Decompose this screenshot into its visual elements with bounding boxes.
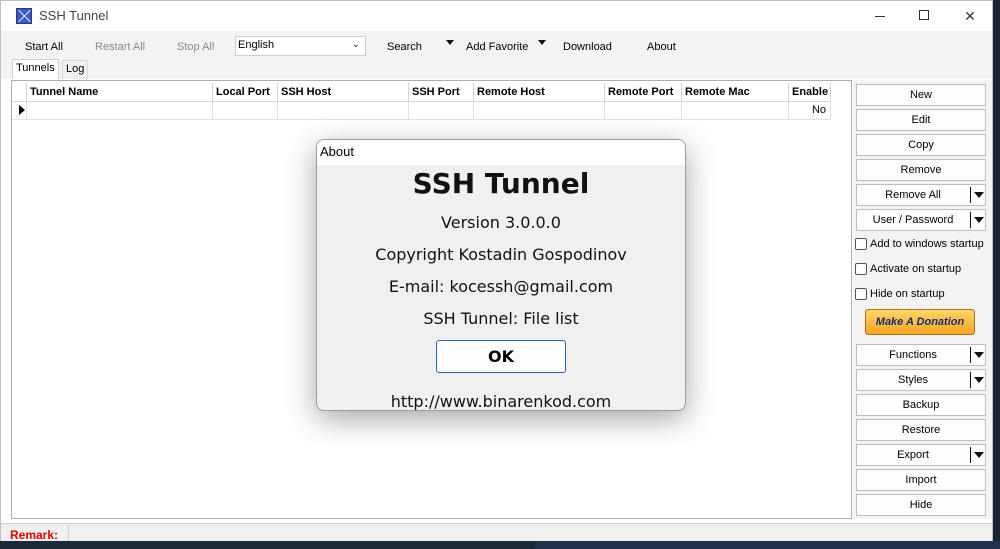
functions-button[interactable]: Functions xyxy=(856,344,986,366)
copy-button[interactable]: Copy xyxy=(856,134,986,156)
dialog-app-name: SSH Tunnel xyxy=(412,167,590,200)
restore-button[interactable]: Restore xyxy=(856,419,986,441)
window-title: SSH Tunnel xyxy=(39,8,109,23)
dropdown-arrow-icon[interactable] xyxy=(974,377,984,383)
functions-label: Functions xyxy=(889,349,937,361)
checkbox-label: Add to windows startup xyxy=(870,238,984,250)
edit-button[interactable]: Edit xyxy=(856,109,986,131)
stop-all-button[interactable]: Stop All xyxy=(177,41,214,53)
close-icon: ✕ xyxy=(964,8,976,24)
hide-button[interactable]: Hide xyxy=(856,494,986,516)
language-select[interactable]: English ⌄ xyxy=(235,36,366,56)
search-button[interactable]: Search xyxy=(387,41,422,53)
import-button[interactable]: Import xyxy=(856,469,986,491)
table-cell[interactable] xyxy=(27,102,213,120)
donate-button[interactable]: Make A Donation xyxy=(865,309,975,335)
search-dropdown-icon[interactable] xyxy=(446,40,454,45)
maximize-icon xyxy=(919,10,929,20)
split-divider xyxy=(970,447,971,463)
styles-label: Styles xyxy=(898,374,928,386)
tab-log[interactable]: Log xyxy=(62,60,89,79)
minimize-button[interactable] xyxy=(857,1,903,31)
dialog-url-link[interactable]: http://www.binarenkod.com xyxy=(317,392,685,410)
maximize-button[interactable] xyxy=(901,1,947,31)
remove-button[interactable]: Remove xyxy=(856,159,986,181)
about-button[interactable]: About xyxy=(647,41,676,53)
column-header[interactable]: Tunnel Name xyxy=(27,83,213,102)
remark-label: Remark: xyxy=(10,528,59,542)
split-divider xyxy=(970,187,971,203)
table-cell[interactable] xyxy=(409,102,474,120)
export-label: Export xyxy=(897,449,929,461)
taskbar-highlight xyxy=(535,541,1000,549)
about-dialog: About SSH Tunnel Version 3.0.0.0 Copyrig… xyxy=(316,139,686,411)
start-all-button[interactable]: Start All xyxy=(25,41,63,53)
tab-strip: Tunnels Log xyxy=(1,59,992,79)
backup-button[interactable]: Backup xyxy=(856,394,986,416)
close-button[interactable]: ✕ xyxy=(947,1,993,31)
main-window: SSH Tunnel ✕ Start All Restart All Stop … xyxy=(0,0,993,542)
column-header[interactable]: Enable xyxy=(789,83,831,102)
table-cell[interactable] xyxy=(605,102,682,120)
styles-button[interactable]: Styles xyxy=(856,369,986,391)
download-button[interactable]: Download xyxy=(563,41,612,53)
chevron-down-icon: ⌄ xyxy=(351,39,360,50)
toolbar: Start All Restart All Stop All English ⌄… xyxy=(1,31,992,59)
remove-all-button[interactable]: Remove All xyxy=(856,184,986,206)
dialog-copyright: Copyright Kostadin Gospodinov xyxy=(375,245,627,264)
user-password-label: User / Password xyxy=(872,214,954,226)
status-bar: Remark: xyxy=(1,523,992,542)
split-divider xyxy=(970,347,971,363)
favorite-dropdown-icon[interactable] xyxy=(538,40,546,45)
new-button[interactable]: New xyxy=(856,84,986,106)
checkbox-label: Hide on startup xyxy=(870,288,945,300)
side-panel: New Edit Copy Remove Remove All User / P… xyxy=(853,80,992,519)
dialog-email[interactable]: E-mail: kocessh@gmail.com xyxy=(317,277,685,296)
user-password-button[interactable]: User / Password xyxy=(856,209,986,231)
table-cell[interactable] xyxy=(213,102,278,120)
status-divider xyxy=(68,525,69,542)
add-favorite-button[interactable]: Add Favorite xyxy=(466,41,528,53)
tab-tunnels[interactable]: Tunnels xyxy=(12,59,59,79)
current-row-arrow-icon xyxy=(19,105,25,115)
dialog-file-list[interactable]: SSH Tunnel: File list xyxy=(317,309,685,328)
export-button[interactable]: Export xyxy=(856,444,986,466)
checkbox-icon[interactable] xyxy=(855,288,867,300)
table-cell[interactable] xyxy=(278,102,409,120)
column-header[interactable]: Remote Host xyxy=(474,83,605,102)
table-cell[interactable] xyxy=(682,102,789,120)
column-header[interactable]: Local Port xyxy=(213,83,278,102)
dropdown-arrow-icon[interactable] xyxy=(974,217,984,223)
column-header[interactable]: Remote Mac xyxy=(682,83,789,102)
title-bar: SSH Tunnel ✕ xyxy=(1,1,992,31)
language-value: English xyxy=(238,39,275,51)
dialog-title: About xyxy=(317,140,685,165)
column-header[interactable]: SSH Port xyxy=(409,83,474,102)
dialog-version: Version 3.0.0.0 xyxy=(441,213,561,232)
table-row[interactable]: No xyxy=(12,102,841,120)
restart-all-button[interactable]: Restart All xyxy=(95,41,145,53)
checkbox-label: Activate on startup xyxy=(870,263,962,275)
row-selector-header xyxy=(12,83,27,102)
column-header[interactable]: Remote Port xyxy=(605,83,682,102)
dropdown-arrow-icon[interactable] xyxy=(974,352,984,358)
dropdown-arrow-icon[interactable] xyxy=(974,192,984,198)
checkbox-icon[interactable] xyxy=(855,238,867,250)
remove-all-label: Remove All xyxy=(885,189,941,201)
minimize-icon xyxy=(875,16,885,17)
taskbar xyxy=(0,541,1000,549)
table-cell-enable[interactable]: No xyxy=(789,102,831,120)
dropdown-arrow-icon[interactable] xyxy=(974,452,984,458)
app-icon xyxy=(16,8,32,24)
grid-header: Tunnel Name Local Port SSH Host SSH Port… xyxy=(12,83,841,102)
split-divider xyxy=(970,212,971,228)
checkbox-icon[interactable] xyxy=(855,263,867,275)
split-divider xyxy=(970,372,971,388)
ok-button[interactable]: OK xyxy=(436,340,566,373)
table-cell[interactable] xyxy=(474,102,605,120)
column-header[interactable]: SSH Host xyxy=(278,83,409,102)
